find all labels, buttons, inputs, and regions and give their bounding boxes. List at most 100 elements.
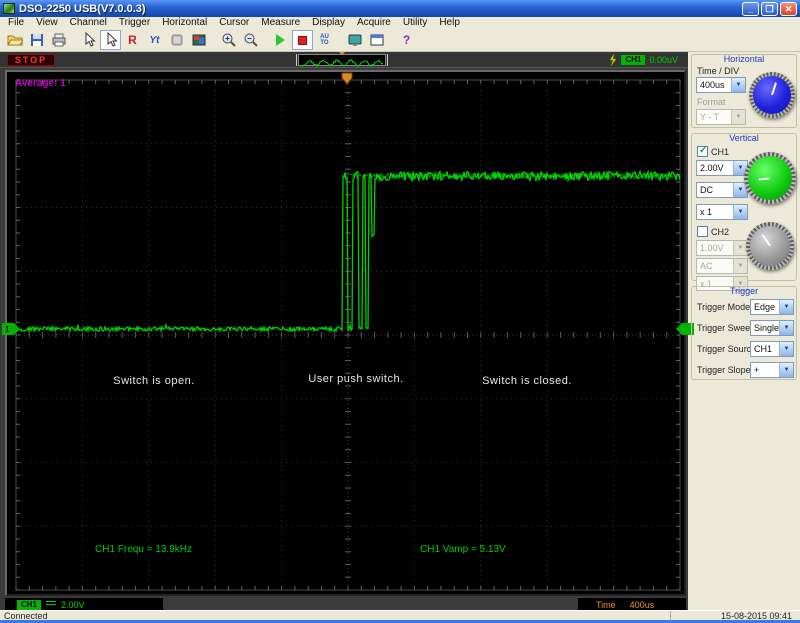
scope-info-bar: STOP CH1 0.00uV (0, 52, 688, 68)
preview-waveform (300, 58, 384, 68)
annotation-user-push: User push switch. (308, 373, 404, 385)
ch2-checkbox-label: CH2 (711, 227, 730, 237)
save-icon[interactable] (26, 30, 47, 50)
trigger-source-select[interactable]: CH1 (750, 341, 794, 357)
scope-area: STOP CH1 0.00uV 1 Average: 1 Switch is o… (0, 52, 694, 611)
ch1-coupling-select[interactable]: DC (696, 182, 748, 198)
help-icon[interactable]: ? (396, 30, 417, 50)
ch2-position-knob[interactable] (746, 222, 794, 270)
vertical-group: Vertical CH1 2.00V DC x 1 CH2 1.00 (691, 133, 797, 291)
menu-file[interactable]: File (2, 17, 30, 29)
time-label: Time (596, 599, 616, 610)
preview-trigger-marker (339, 52, 345, 55)
ch1-volts-select[interactable]: 2.00V (696, 160, 748, 176)
horizontal-group-title: Horizontal (723, 54, 765, 64)
trigger-group-title: Trigger (729, 286, 759, 296)
select-pointer-icon[interactable] (100, 30, 121, 50)
menu-utility[interactable]: Utility (397, 17, 433, 29)
menu-display[interactable]: Display (306, 17, 351, 29)
status-bar: Connected 15-08-2015 09:41 (0, 610, 800, 623)
format-label: Format (697, 97, 726, 107)
time-div-select[interactable]: 400us (696, 77, 746, 93)
title-bar: DSO-2250 USB(V7.0.0.3) _ ❐ ✕ (0, 0, 800, 17)
horizontal-knob[interactable] (749, 72, 795, 118)
trigger-bolt-icon (609, 54, 617, 66)
minimize-button[interactable]: _ (742, 1, 759, 16)
chevron-down-icon (779, 342, 793, 356)
menu-acquire[interactable]: Acquire (351, 17, 397, 29)
trigger-mode-label: Trigger Mode (697, 302, 751, 312)
menu-horizontal[interactable]: Horizontal (156, 17, 213, 29)
menu-trigger[interactable]: Trigger (113, 17, 156, 29)
freq-measurement: CH1 Frequ = 13.9kHz (95, 544, 192, 555)
copy-wave-icon[interactable] (166, 30, 187, 50)
zoom-in-icon[interactable] (218, 30, 239, 50)
print-icon[interactable] (48, 30, 69, 50)
toolbar: R Yt AU TO ? (0, 29, 800, 52)
maximize-button[interactable]: ❐ (761, 1, 778, 16)
menu-channel[interactable]: Channel (64, 17, 113, 29)
snapshot-icon[interactable] (188, 30, 209, 50)
app-icon (3, 3, 15, 14)
zoom-out-icon[interactable] (240, 30, 261, 50)
window-title: DSO-2250 USB(V7.0.0.3) (19, 2, 146, 15)
ch2-coupling-select: AC (696, 258, 748, 274)
window-layout-icon[interactable] (366, 30, 387, 50)
waveform-preview[interactable] (296, 52, 388, 68)
trigger-mode-select[interactable]: Edge (750, 299, 794, 315)
menu-view[interactable]: View (30, 17, 64, 29)
chevron-down-icon (779, 321, 793, 335)
chevron-down-icon (779, 300, 793, 314)
annotation-switch-open: Switch is open. (113, 375, 195, 387)
pointer-icon[interactable] (78, 30, 99, 50)
chevron-down-icon (731, 78, 745, 92)
menu-bar: File View Channel Trigger Horizontal Cur… (0, 17, 800, 29)
stop-icon[interactable] (292, 30, 313, 50)
datetime-status: 15-08-2015 09:41 (670, 611, 798, 621)
scope-display[interactable]: 1 Average: 1 Switch is open. User push s… (2, 70, 694, 596)
open-icon[interactable] (4, 30, 25, 50)
capture-icon[interactable] (344, 30, 365, 50)
ref-wave-icon[interactable]: R (122, 30, 143, 50)
fft-icon[interactable]: Yt (144, 30, 165, 50)
horizontal-group: Horizontal Time / DIV 400us Format Y - T (691, 54, 797, 128)
trigger-group: Trigger Trigger Mode Edge Trigger Sweep … (691, 286, 797, 380)
dc-coupling-icon (46, 601, 57, 608)
autoset-icon[interactable]: AU TO (314, 30, 335, 50)
trigger-slope-select[interactable]: + (750, 362, 794, 378)
chevron-down-icon (733, 205, 747, 219)
run-state-indicator: STOP (7, 54, 55, 66)
app-window: DSO-2250 USB(V7.0.0.3) _ ❐ ✕ File View C… (0, 0, 800, 623)
ch1-probe-select[interactable]: x 1 (696, 204, 748, 220)
close-button[interactable]: ✕ (780, 1, 797, 16)
trigger-sweep-select[interactable]: Single (750, 320, 794, 336)
svg-text:1: 1 (5, 325, 10, 334)
ch1-position-knob[interactable] (744, 152, 796, 204)
channel-badge: CH1 (17, 599, 42, 610)
vamp-measurement: CH1 Vamp = 5.13V (420, 544, 506, 555)
format-select: Y - T (696, 109, 746, 125)
chevron-down-icon (733, 259, 747, 273)
menu-cursor[interactable]: Cursor (213, 17, 255, 29)
ch2-volts-select: 1.00V (696, 240, 748, 256)
chevron-down-icon (733, 241, 747, 255)
time-value: 400us (629, 599, 655, 610)
time-div-label: Time / DIV (697, 66, 740, 76)
trigger-sweep-label: Trigger Sweep (697, 323, 756, 333)
trigger-readout: CH1 0.00uV (609, 54, 678, 66)
trigger-level-value: 0.00uV (649, 55, 678, 65)
ch1-checkbox[interactable] (697, 145, 708, 157)
trigger-slope-label: Trigger Slope (697, 365, 751, 375)
annotation-switch-closed: Switch is closed. (482, 375, 572, 387)
ch2-checkbox[interactable] (697, 226, 708, 237)
chevron-down-icon (731, 110, 745, 124)
menu-measure[interactable]: Measure (255, 17, 306, 29)
menu-help[interactable]: Help (433, 17, 466, 29)
control-panel: Horizontal Time / DIV 400us Format Y - T… (688, 52, 800, 610)
scope-graticule: 1 (2, 72, 694, 594)
start-icon[interactable] (270, 30, 291, 50)
trigger-source-label: Trigger Source (697, 344, 757, 354)
average-label: Average: 1 (15, 78, 66, 89)
connection-status: Connected (4, 611, 48, 621)
vertical-group-title: Vertical (729, 133, 759, 143)
